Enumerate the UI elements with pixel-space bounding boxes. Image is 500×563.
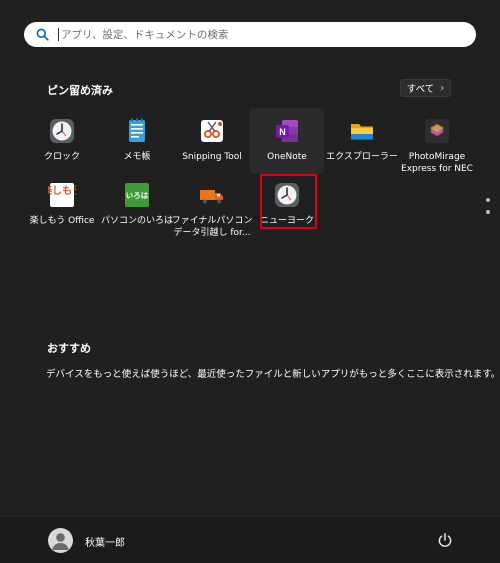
user-icon bbox=[52, 533, 69, 550]
onenote-icon: N bbox=[273, 117, 301, 145]
page-indicator[interactable] bbox=[486, 198, 490, 214]
scissors-icon bbox=[198, 117, 226, 145]
tanoshimou-office-icon: 楽しもう bbox=[48, 181, 76, 209]
page-dot bbox=[486, 198, 490, 202]
pinned-app-onenote[interactable]: N OneNote bbox=[250, 108, 324, 174]
power-icon[interactable] bbox=[437, 532, 453, 548]
user-bar: 秋葉一郎 bbox=[0, 516, 500, 563]
highlight-frame bbox=[260, 174, 317, 229]
pinned-title: ピン留め済み bbox=[47, 84, 113, 97]
start-menu: アプリ、設定、ドキュメントの検索 ピン留め済み すべて › クロック メモ帳 S… bbox=[0, 0, 500, 563]
iroha-icon: いろは bbox=[123, 181, 151, 209]
pinned-app-clock[interactable]: クロック bbox=[25, 108, 99, 174]
pinned-app-snipping-tool[interactable]: Snipping Tool bbox=[175, 108, 249, 174]
icon-text: いろは bbox=[126, 191, 149, 200]
search-placeholder: アプリ、設定、ドキュメントの検索 bbox=[61, 29, 229, 41]
svg-text:N: N bbox=[279, 127, 286, 137]
pinned-app-tanoshimou-office[interactable]: 楽しもう 楽しもう Office bbox=[25, 172, 99, 238]
app-label: PhotoMirage Express for NEC bbox=[401, 152, 473, 174]
search-icon bbox=[36, 28, 49, 41]
pinned-app-final-pasokon[interactable]: ファイナルパソコン データ引越し for... bbox=[172, 172, 252, 238]
avatar[interactable] bbox=[48, 528, 73, 553]
pinned-app-iroha[interactable]: いろは パソコンのいろは bbox=[100, 172, 174, 238]
pinned-app-explorer[interactable]: エクスプローラー bbox=[325, 108, 399, 174]
clock-icon bbox=[48, 117, 76, 145]
text-cursor bbox=[58, 28, 59, 41]
pinned-app-photomirage[interactable]: PhotoMirage Express for NEC bbox=[400, 108, 474, 174]
folder-icon bbox=[348, 117, 376, 145]
moving-truck-icon bbox=[198, 181, 226, 209]
search-box[interactable]: アプリ、設定、ドキュメントの検索 bbox=[24, 22, 476, 47]
notepad-icon bbox=[123, 117, 151, 145]
user-name[interactable]: 秋葉一郎 bbox=[85, 534, 125, 549]
chevron-right-icon: › bbox=[440, 82, 445, 94]
photomirage-icon bbox=[423, 117, 451, 145]
pinned-app-notepad[interactable]: メモ帳 bbox=[100, 108, 174, 174]
recommended-title: おすすめ bbox=[47, 342, 91, 355]
page-dot bbox=[486, 210, 490, 214]
all-apps-label: すべて bbox=[406, 84, 435, 95]
recommended-empty-text: デバイスをもっと使えば使うほど、最近使ったファイルと新しいアプリがもっと多くここ… bbox=[46, 369, 500, 380]
all-apps-button[interactable]: すべて › bbox=[400, 79, 451, 97]
icon-text: 楽しもう bbox=[48, 184, 76, 197]
